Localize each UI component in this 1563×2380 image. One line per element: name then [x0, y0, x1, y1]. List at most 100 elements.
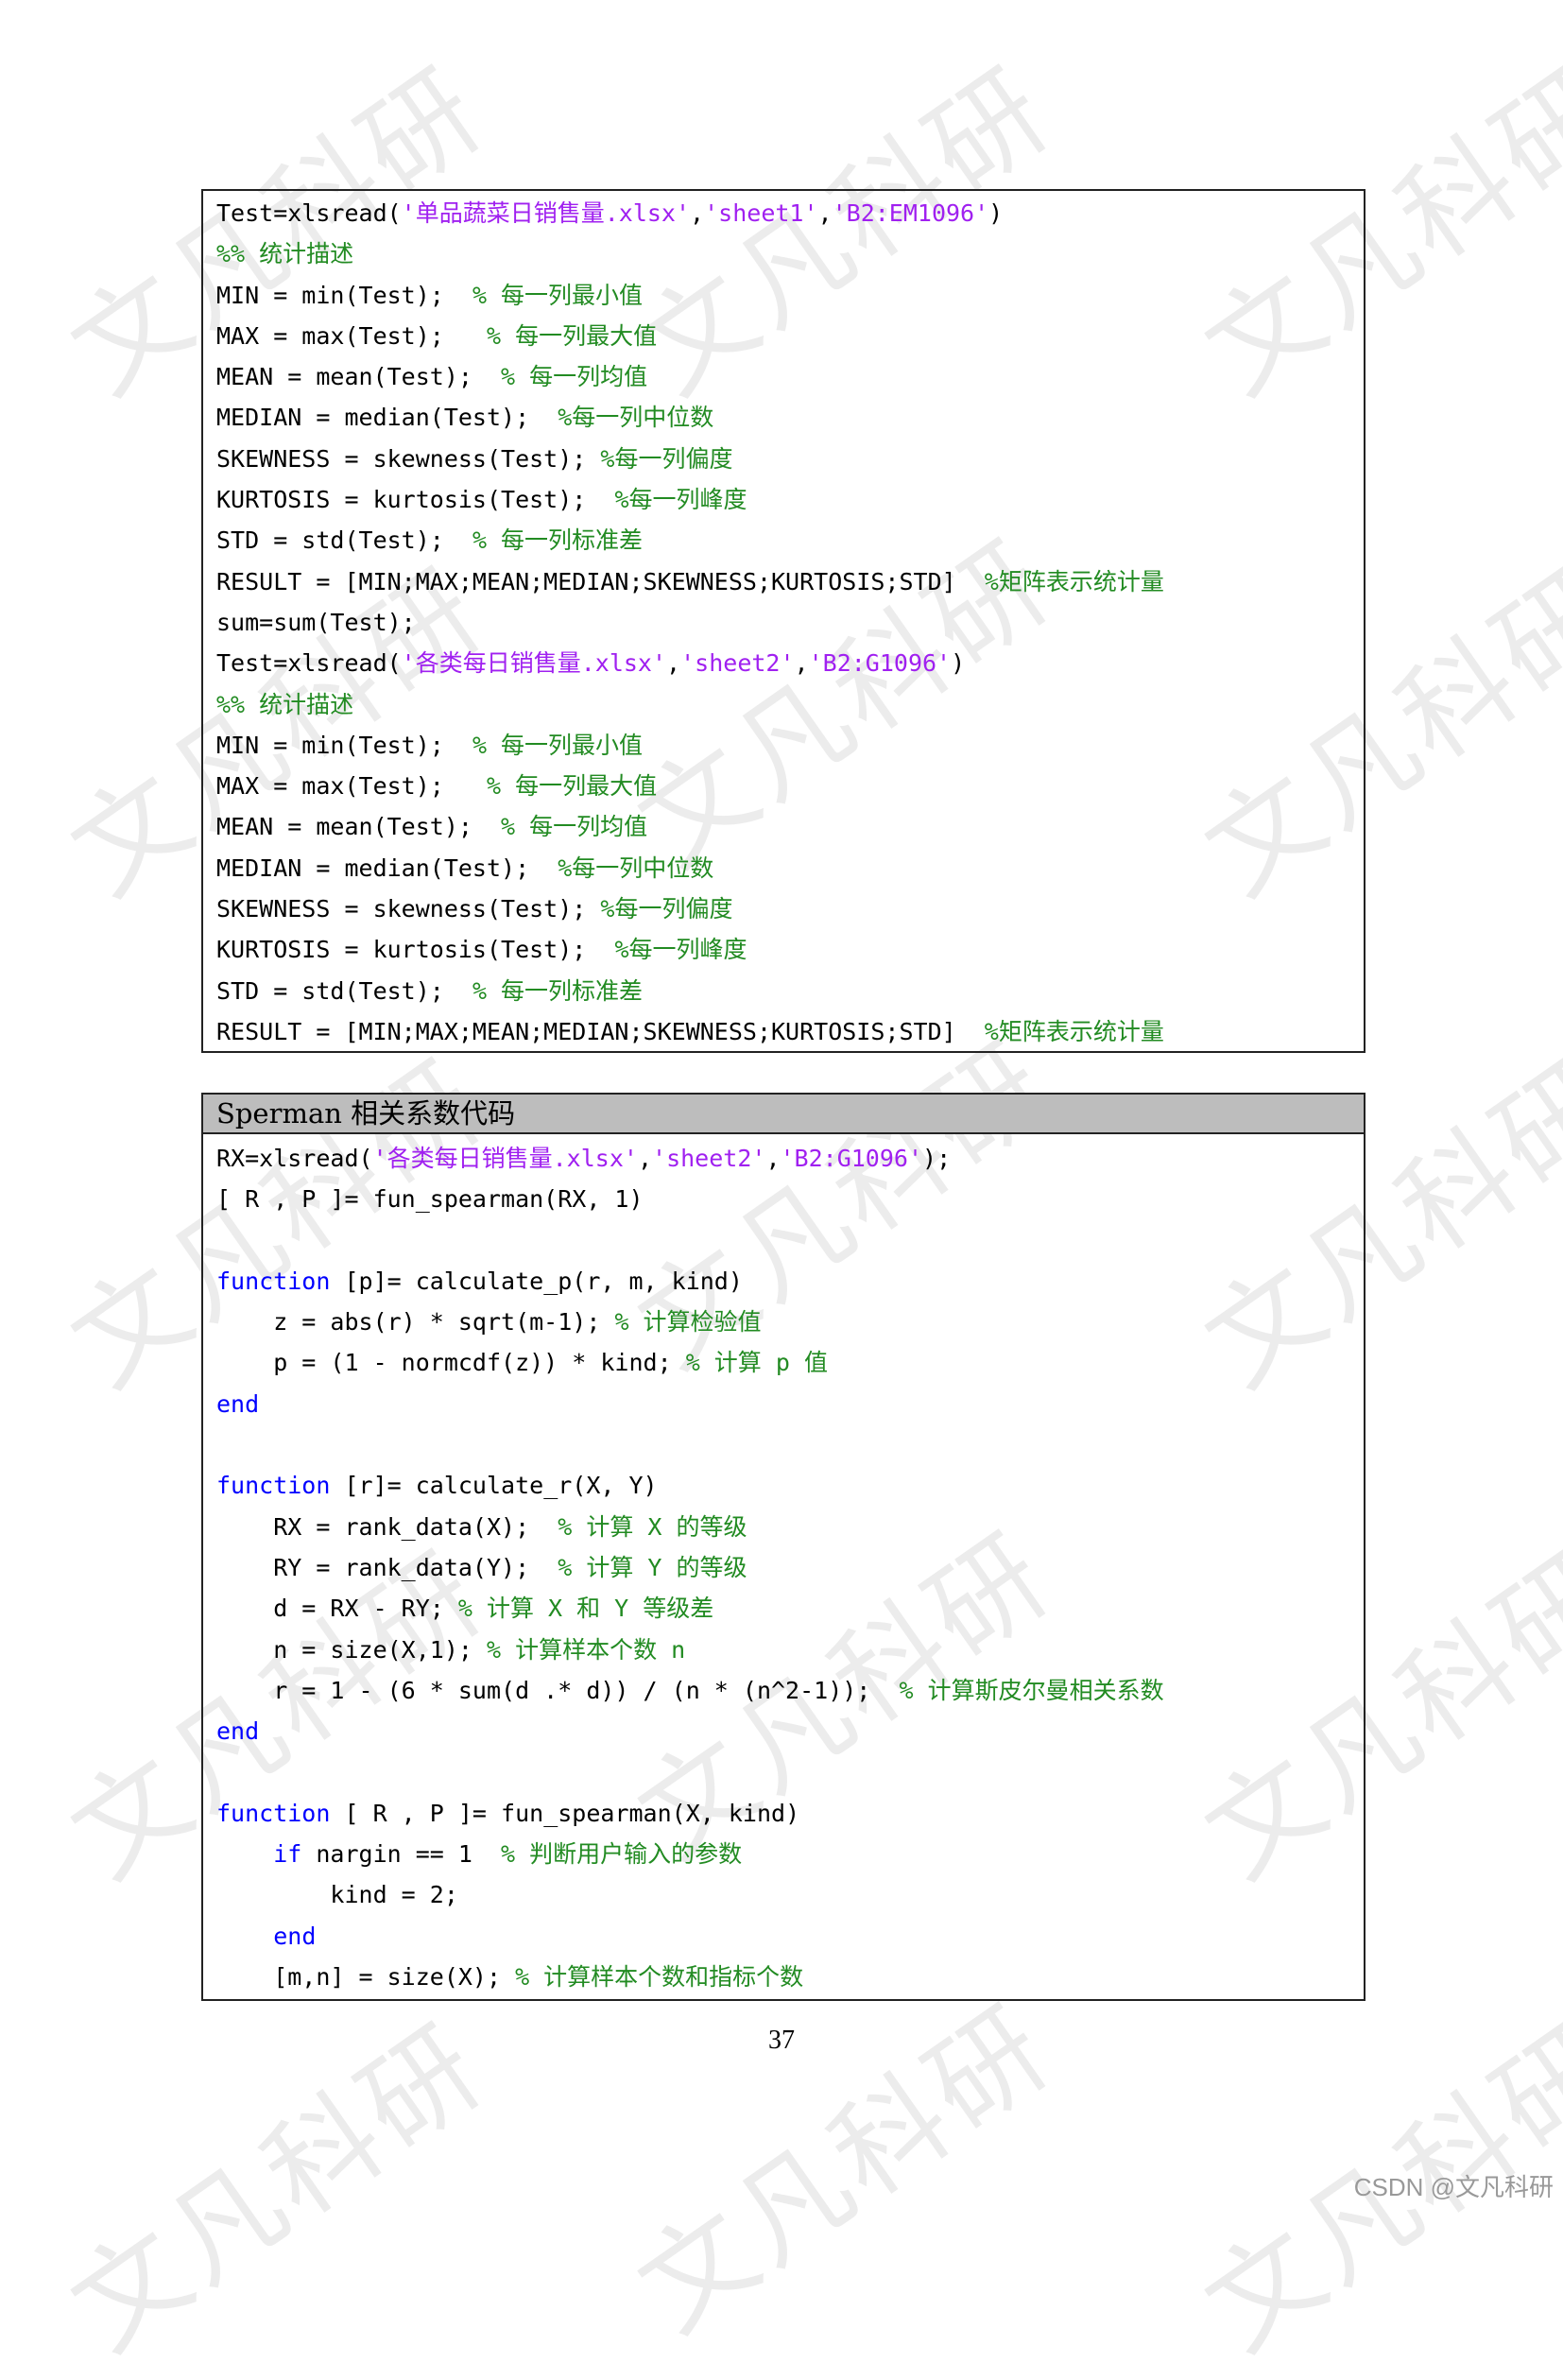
- code-text: [p]= calculate_p(r, m, kind): [330, 1267, 743, 1295]
- code-line: MEDIAN = median(Test); %每一列中位数: [216, 397, 1364, 438]
- code-string: '各类每日销售量.xlsx': [401, 649, 667, 678]
- code-text: Test=xlsread(: [216, 649, 402, 678]
- code-text: r = 1 - (6 * sum(d .* d)) / (n * (n^2-1)…: [216, 1676, 900, 1704]
- code-comment: % 每一列最小值: [472, 731, 644, 759]
- code-line: kind = 2;: [216, 1874, 1364, 1915]
- code-text: RX=xlsread(: [216, 1145, 373, 1172]
- code-line: sum=sum(Test);: [216, 602, 1364, 643]
- code-line: function [r]= calculate_r(X, Y): [216, 1465, 1364, 1506]
- code-text: p = (1 - normcdf(z)) * kind;: [216, 1349, 686, 1377]
- code-line: MIN = min(Test); % 每一列最小值: [216, 275, 1364, 316]
- code-text: MIN = min(Test);: [216, 731, 472, 759]
- code-line: RY = rank_data(Y); % 计算 Y 的等级: [216, 1547, 1364, 1588]
- code-comment: % 每一列均值: [501, 363, 648, 391]
- code-text: KURTOSIS = kurtosis(Test);: [216, 936, 615, 964]
- code-keyword: end: [273, 1922, 317, 1950]
- watermark-text: 文凡科研: [615, 1980, 1074, 2356]
- code-text: MAX = max(Test);: [216, 772, 487, 801]
- code-line: end: [216, 1916, 1364, 1957]
- code-lines: RX=xlsread('各类每日销售量.xlsx','sheet2','B2:G…: [203, 1134, 1364, 1997]
- code-text: ,: [666, 649, 681, 678]
- code-line: MEAN = mean(Test); % 每一列均值: [216, 356, 1364, 397]
- code-string: '各类每日销售量.xlsx': [372, 1145, 638, 1172]
- code-string: '单品蔬菜日销售量.xlsx': [401, 199, 691, 227]
- code-line: MAX = max(Test); % 每一列最大值: [216, 316, 1364, 356]
- code-text: RX = rank_data(X);: [216, 1512, 558, 1541]
- code-line: KURTOSIS = kurtosis(Test); %每一列峰度: [216, 479, 1364, 520]
- code-line: MEAN = mean(Test); % 每一列均值: [216, 806, 1364, 847]
- code-line: function [p]= calculate_p(r, m, kind): [216, 1261, 1364, 1302]
- code-comment: %每一列峰度: [614, 936, 747, 964]
- code-text: z = abs(r) * sqrt(m-1);: [216, 1308, 615, 1337]
- code-string: 'sheet2': [680, 649, 795, 678]
- code-keyword: function: [216, 1799, 331, 1827]
- code-text: ): [988, 199, 1004, 227]
- code-text: sum=sum(Test);: [216, 608, 416, 636]
- code-line: n = size(X,1); % 计算样本个数 n: [216, 1630, 1364, 1670]
- code-line: if nargin == 1 % 判断用户输入的参数: [216, 1834, 1364, 1874]
- code-line: MIN = min(Test); % 每一列最小值: [216, 725, 1364, 766]
- code-string: 'B2:G1096': [780, 1145, 923, 1172]
- code-line: STD = std(Test); % 每一列标准差: [216, 971, 1364, 1011]
- code-text: STD = std(Test);: [216, 526, 472, 555]
- code-text: ,: [794, 649, 809, 678]
- code-text: MEDIAN = median(Test);: [216, 854, 558, 882]
- code-text: [m,n] = size(X);: [216, 1962, 516, 1991]
- code-line: function [ R , P ]= fun_spearman(X, kind…: [216, 1793, 1364, 1834]
- code-keyword: end: [216, 1389, 260, 1418]
- code-comment: % 每一列最小值: [472, 281, 644, 309]
- code-comment: % 计算 X 和 Y 等级差: [457, 1595, 714, 1623]
- code-comment: % 判断用户输入的参数: [501, 1840, 743, 1869]
- code-comment: %每一列偏度: [600, 444, 733, 473]
- code-text: MIN = min(Test);: [216, 281, 472, 309]
- code-comment: % 每一列最大值: [486, 321, 658, 350]
- code-text: nargin == 1: [301, 1840, 502, 1869]
- code-line: SKEWNESS = skewness(Test); %每一列偏度: [216, 888, 1364, 929]
- code-text: ,: [690, 199, 705, 227]
- credit-text: CSDN @文凡科研: [1353, 2173, 1554, 2201]
- code-text: KURTOSIS = kurtosis(Test);: [216, 486, 615, 514]
- code-text: SKEWNESS = skewness(Test);: [216, 895, 601, 923]
- code-comment: %矩阵表示统计量: [984, 567, 1164, 595]
- code-text: STD = std(Test);: [216, 976, 472, 1005]
- code-text: d = RX - RY;: [216, 1595, 458, 1623]
- code-comment: % 计算样本个数和指标个数: [515, 1962, 804, 1991]
- code-comment: %矩阵表示统计量: [984, 1017, 1164, 1045]
- code-keyword: function: [216, 1267, 331, 1295]
- code-line: RX=xlsread('各类每日销售量.xlsx','sheet2','B2:G…: [216, 1138, 1364, 1179]
- page-number: 37: [768, 2026, 795, 2055]
- code-text: ,: [817, 199, 833, 227]
- code-string: 'sheet2': [652, 1145, 766, 1172]
- code-line: d = RX - RY; % 计算 X 和 Y 等级差: [216, 1588, 1364, 1629]
- code-comment: % 计算 p 值: [685, 1349, 828, 1377]
- code-line: MEDIAN = median(Test); %每一列中位数: [216, 848, 1364, 888]
- code-line: STD = std(Test); % 每一列标准差: [216, 520, 1364, 561]
- code-block-statistics: Test=xlsread('单品蔬菜日销售量.xlsx','sheet1','B…: [201, 189, 1365, 1053]
- code-comment: %每一列峰度: [614, 486, 747, 514]
- code-line: [m,n] = size(X); % 计算样本个数和指标个数: [216, 1957, 1364, 1997]
- code-line: KURTOSIS = kurtosis(Test); %每一列峰度: [216, 929, 1364, 970]
- code-keyword: function: [216, 1472, 331, 1500]
- code-line: Test=xlsread('单品蔬菜日销售量.xlsx','sheet1','B…: [216, 193, 1364, 233]
- code-line: r = 1 - (6 * sum(d .* d)) / (n * (n^2-1)…: [216, 1670, 1364, 1711]
- code-block-header: Sperman 相关系数代码: [203, 1095, 1364, 1134]
- code-comment: % 计算斯皮尔曼相关系数: [899, 1676, 1164, 1704]
- code-text: MEDIAN = median(Test);: [216, 404, 558, 432]
- code-line: %% 统计描述: [216, 233, 1364, 274]
- code-comment: % 计算 X 的等级: [558, 1512, 747, 1541]
- code-line: %% 统计描述: [216, 684, 1364, 725]
- code-text: RY = rank_data(Y);: [216, 1553, 558, 1581]
- code-line: SKEWNESS = skewness(Test); %每一列偏度: [216, 439, 1364, 479]
- code-text: [r]= calculate_r(X, Y): [330, 1472, 658, 1500]
- code-block-spearman: Sperman 相关系数代码 RX=xlsread('各类每日销售量.xlsx'…: [201, 1093, 1365, 2001]
- code-text: ,: [765, 1145, 781, 1172]
- code-text: [ R , P ]= fun_spearman(X, kind): [330, 1799, 800, 1827]
- code-line: RESULT = [MIN;MAX;MEAN;MEDIAN;SKEWNESS;K…: [216, 561, 1364, 602]
- code-comment: %每一列偏度: [600, 895, 733, 923]
- code-lines: Test=xlsread('单品蔬菜日销售量.xlsx','sheet1','B…: [203, 191, 1364, 1052]
- code-line: Test=xlsread('各类每日销售量.xlsx','sheet2','B2…: [216, 643, 1364, 683]
